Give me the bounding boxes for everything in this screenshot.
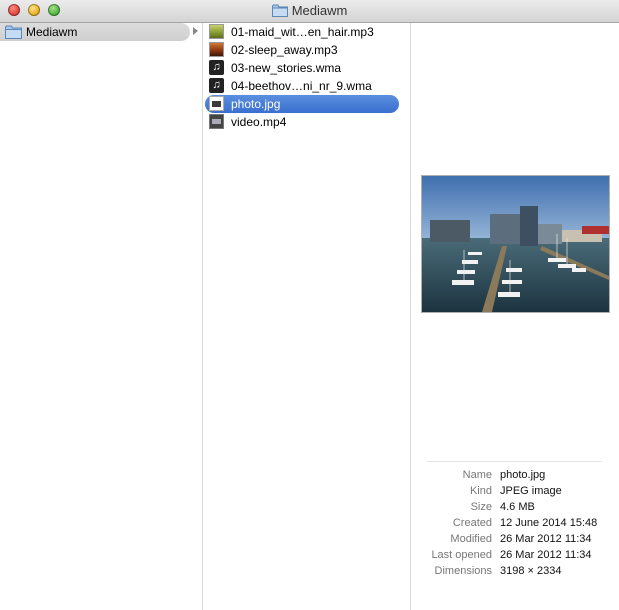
file-item[interactable]: ♫ 03-new_stories.wma bbox=[203, 59, 399, 77]
column-item-mediawm[interactable]: Mediawm bbox=[0, 23, 190, 41]
column-item-label: Mediawm bbox=[26, 25, 78, 39]
info-key: Modified bbox=[450, 533, 492, 545]
info-row-dimensions: Dimensions 3198 × 2334 bbox=[411, 565, 619, 581]
info-key: Dimensions bbox=[434, 565, 492, 577]
column-root[interactable]: Mediawm bbox=[0, 23, 203, 610]
info-key: Size bbox=[470, 501, 492, 513]
music-note-icon: ♫ bbox=[209, 78, 224, 93]
info-row-created: Created 12 June 2014 15:48 bbox=[411, 517, 619, 533]
album-art-green-icon bbox=[209, 24, 224, 39]
file-name: video.mp4 bbox=[231, 115, 287, 129]
info-value: 3198 × 2334 bbox=[500, 565, 562, 577]
info-row-last-opened: Last opened 26 Mar 2012 11:34 bbox=[411, 549, 619, 565]
music-note-icon: ♫ bbox=[209, 60, 224, 75]
file-name: photo.jpg bbox=[231, 97, 281, 111]
info-key: Name bbox=[462, 469, 492, 481]
info-key: Kind bbox=[469, 485, 492, 497]
file-item[interactable]: video.mp4 bbox=[203, 113, 399, 131]
info-value: JPEG image bbox=[500, 485, 562, 497]
finder-window: Mediawm Mediawm 01-maid_wit…en_hair.mp3 … bbox=[0, 0, 619, 610]
preview-image bbox=[421, 175, 610, 313]
folder-icon bbox=[271, 4, 288, 17]
info-value: 26 Mar 2012 11:34 bbox=[500, 533, 592, 545]
file-item-selected[interactable]: photo.jpg bbox=[205, 95, 399, 113]
harbor-photo bbox=[422, 176, 609, 312]
title-bar[interactable]: Mediawm bbox=[0, 0, 619, 23]
info-row-name: Name photo.jpg bbox=[411, 469, 619, 485]
info-row-size: Size 4.6 MB bbox=[411, 501, 619, 517]
file-name: 04-beethov…ni_nr_9.wma bbox=[231, 79, 372, 93]
info-row-kind: Kind JPEG image bbox=[411, 485, 619, 501]
info-value: 26 Mar 2012 11:34 bbox=[500, 549, 592, 561]
folder-icon bbox=[5, 25, 22, 39]
info-key: Created bbox=[452, 517, 492, 529]
image-file-icon bbox=[209, 96, 224, 111]
file-info-panel: Name photo.jpg Kind JPEG image Size 4.6 … bbox=[411, 469, 619, 581]
file-name: 01-maid_wit…en_hair.mp3 bbox=[231, 25, 374, 39]
preview-pane: Name photo.jpg Kind JPEG image Size 4.6 … bbox=[411, 23, 619, 610]
file-item[interactable]: 01-maid_wit…en_hair.mp3 bbox=[203, 23, 399, 41]
file-name: 02-sleep_away.mp3 bbox=[231, 43, 338, 57]
column-files[interactable]: 01-maid_wit…en_hair.mp3 02-sleep_away.mp… bbox=[203, 23, 411, 610]
disclosure-arrow-icon bbox=[193, 27, 198, 35]
video-file-icon bbox=[209, 114, 224, 129]
file-item[interactable]: 02-sleep_away.mp3 bbox=[203, 41, 399, 59]
album-art-brown-icon bbox=[209, 42, 224, 57]
info-key: Last opened bbox=[431, 549, 492, 561]
info-value: photo.jpg bbox=[500, 469, 546, 481]
window-title-text: Mediawm bbox=[291, 3, 348, 18]
info-divider bbox=[427, 461, 602, 462]
window-title: Mediawm bbox=[0, 3, 619, 19]
file-item[interactable]: ♫ 04-beethov…ni_nr_9.wma bbox=[203, 77, 399, 95]
file-name: 03-new_stories.wma bbox=[231, 61, 342, 75]
info-value: 4.6 MB bbox=[500, 501, 535, 513]
info-row-modified: Modified 26 Mar 2012 11:34 bbox=[411, 533, 619, 549]
info-value: 12 June 2014 15:48 bbox=[500, 517, 598, 529]
